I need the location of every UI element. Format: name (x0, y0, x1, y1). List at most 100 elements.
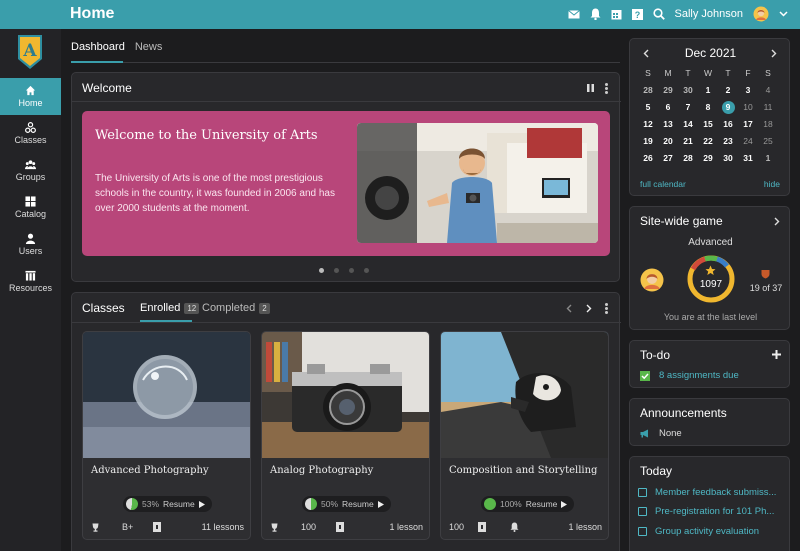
calendar-day[interactable]: 14 (678, 118, 698, 131)
calendar-day[interactable]: 20 (658, 135, 678, 148)
megaphone-icon (640, 429, 650, 438)
calendar-day[interactable]: 5 (638, 101, 658, 114)
trophy-icon (91, 523, 100, 532)
chevron-left-icon[interactable] (566, 304, 572, 313)
resume-button[interactable]: 50% Resume (302, 496, 391, 512)
course-card-composition-storytelling[interactable]: Composition and Storytelling 100% Resume… (440, 331, 609, 540)
tab-enrolled[interactable]: Enrolled 12 (140, 302, 200, 314)
sidebar-item-users[interactable]: Users (0, 226, 61, 263)
hide-calendar-link[interactable]: hide (764, 179, 780, 189)
calendar-day[interactable]: 1 (698, 84, 718, 97)
calendar-day[interactable]: 28 (638, 84, 658, 97)
chevron-right-icon[interactable] (586, 304, 592, 313)
carousel-dot[interactable] (334, 268, 339, 273)
calendar-day[interactable]: 15 (698, 118, 718, 131)
calendar-day[interactable]: 8 (698, 101, 718, 114)
calendar-day[interactable]: 27 (658, 152, 678, 165)
calendar-day[interactable]: 12 (638, 118, 658, 131)
course-card-advanced-photography[interactable]: Advanced Photography 53% Resume B+ 11 le… (82, 331, 251, 540)
sidebar-item-label: Classes (14, 135, 47, 145)
calendar-day[interactable]: 30 (678, 84, 698, 97)
search-icon[interactable] (652, 8, 665, 20)
chevron-right-icon[interactable] (771, 49, 777, 58)
help-icon[interactable]: ? (631, 8, 643, 20)
carousel-dot[interactable] (364, 268, 369, 273)
calendar-day[interactable]: 29 (698, 152, 718, 165)
calendar-day[interactable]: 13 (658, 118, 678, 131)
mail-icon[interactable] (567, 9, 580, 19)
chevron-down-icon[interactable] (779, 11, 788, 17)
calendar-day[interactable]: 10 (738, 101, 758, 114)
calendar-day[interactable]: 28 (678, 152, 698, 165)
tab-dashboard[interactable]: Dashboard (71, 41, 135, 53)
course-meta: B+ 11 lessons (91, 522, 244, 532)
progress-percent: 53% (142, 499, 160, 509)
sidebar-item-classes[interactable]: Classes (0, 115, 61, 152)
bell-icon[interactable] (590, 8, 601, 20)
photographer-illustration (357, 123, 598, 243)
resume-button[interactable]: 100% Resume (481, 496, 575, 512)
calendar-day[interactable]: 3 (738, 84, 758, 97)
calendar-day[interactable]: 2 (718, 84, 738, 97)
calendar-day[interactable]: 22 (698, 135, 718, 148)
calendar-day[interactable]: 26 (638, 152, 658, 165)
calendar-day[interactable]: 23 (718, 135, 738, 148)
welcome-divider (72, 101, 621, 102)
calendar-day[interactable]: 19 (638, 135, 658, 148)
event-title: Group activity evaluation (655, 526, 760, 537)
calendar-day[interactable]: 7 (678, 101, 698, 114)
calendar-day[interactable]: 16 (718, 118, 738, 131)
carousel-dot[interactable] (349, 268, 354, 273)
plus-icon[interactable] (772, 350, 781, 359)
sidebar-item-catalog[interactable]: Catalog (0, 189, 61, 226)
today-event[interactable]: Member feedback submiss... (638, 487, 776, 498)
tab-news[interactable]: News (135, 41, 173, 53)
dashboard-tabs: Dashboard News (71, 41, 172, 53)
sidebar-item-groups[interactable]: Groups (0, 152, 61, 189)
calendar-day[interactable]: 24 (738, 135, 758, 148)
course-image (441, 332, 608, 458)
resume-button[interactable]: 53% Resume (123, 496, 212, 512)
calendar-day[interactable]: 21 (678, 135, 698, 148)
calendar-day[interactable]: 4 (758, 84, 778, 97)
classes-menu-icon[interactable] (605, 303, 608, 314)
calendar-day[interactable]: 11 (758, 101, 778, 114)
calendar-day[interactable]: 18 (758, 118, 778, 131)
university-logo[interactable]: A (17, 35, 43, 69)
document-icon (153, 522, 162, 532)
calendar-day-today[interactable]: 9 (721, 101, 735, 114)
calendar-day[interactable]: 17 (738, 118, 758, 131)
pause-icon[interactable] (587, 84, 594, 92)
today-event[interactable]: Pre-registration for 101 Ph... (638, 506, 774, 517)
weekday-label: S (645, 68, 651, 78)
event-icon (638, 507, 647, 516)
tab-completed[interactable]: Completed 2 (202, 302, 270, 314)
chevron-right-icon[interactable] (774, 217, 780, 226)
classes-card: Classes Enrolled 12 Completed 2 Advanced… (71, 292, 621, 551)
shield-icon (761, 269, 770, 279)
carousel-dot[interactable] (319, 268, 324, 273)
today-event[interactable]: Group activity evaluation (638, 526, 759, 537)
sidebar-item-home[interactable]: Home (0, 78, 61, 115)
welcome-menu-icon[interactable] (605, 83, 608, 94)
play-icon (561, 500, 568, 508)
calendar-day[interactable]: 31 (738, 152, 758, 165)
calendar-day[interactable]: 29 (658, 84, 678, 97)
classes-icon (25, 122, 36, 133)
calendar-day[interactable]: 1 (758, 152, 778, 165)
full-calendar-link[interactable]: full calendar (640, 179, 686, 189)
todo-item[interactable]: 8 assignments due (659, 370, 739, 381)
course-card-analog-photography[interactable]: Analog Photography 50% Resume 100 1 less… (261, 331, 430, 540)
sidebar-item-label: Resources (8, 283, 53, 293)
calendar-day[interactable]: 25 (758, 135, 778, 148)
calendar-day[interactable]: 6 (658, 101, 678, 114)
user-name[interactable]: Sally Johnson (675, 8, 744, 20)
sidebar-item-resources[interactable]: Resources (0, 263, 61, 300)
weekday-label: M (664, 68, 672, 78)
calendar-icon[interactable] (611, 9, 622, 20)
course-name: Analog Photography (270, 465, 374, 476)
avatar[interactable] (753, 6, 769, 22)
calendar-day[interactable]: 30 (718, 152, 738, 165)
lesson-count: 1 lesson (389, 522, 423, 532)
trophy-icon (270, 523, 279, 532)
